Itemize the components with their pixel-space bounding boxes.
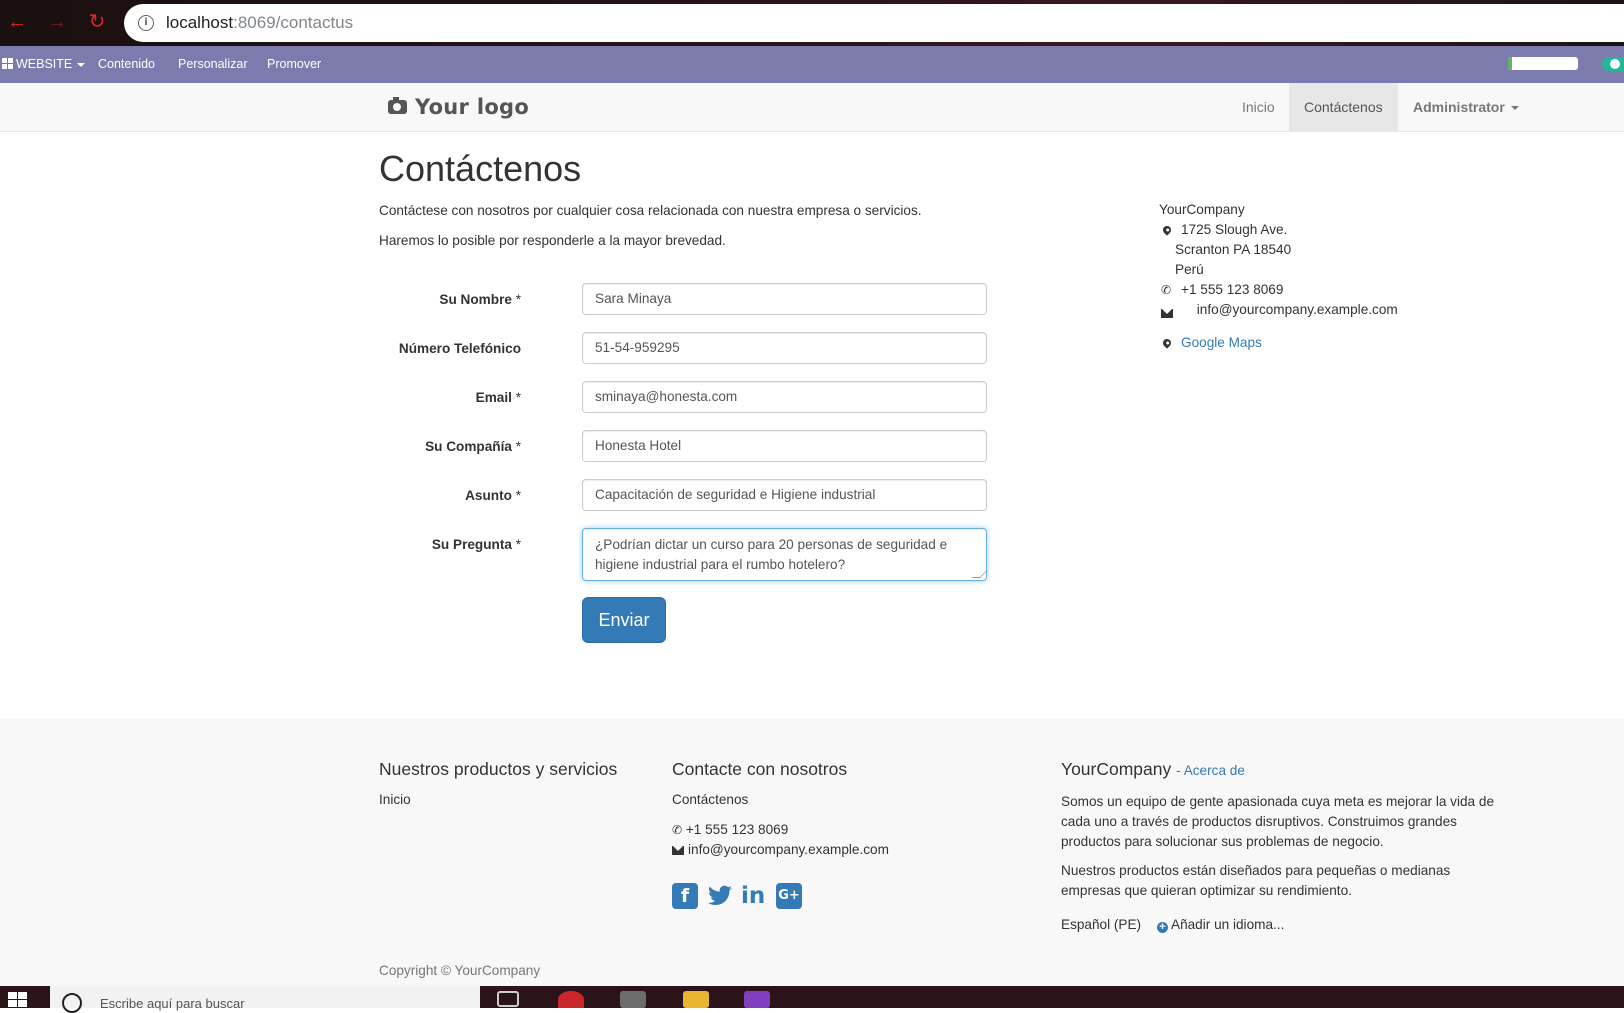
maps-line: Google Maps [1159,335,1262,350]
nav-contactenos[interactable]: Contáctenos [1289,83,1398,131]
folder-icon[interactable] [683,991,709,1008]
subject-input[interactable]: Capacitación de seguridad e Higiene indu… [582,479,987,511]
envelope-icon [1161,309,1173,318]
phone-icon: ✆ [1161,283,1172,297]
page-title: Contáctenos [379,148,582,189]
visual-studio-icon[interactable] [744,991,770,1008]
address-bar[interactable]: i localhost:8069/contactus [124,4,1624,42]
footer-about-text-2: Nuestros productos están diseñados para … [1061,863,1451,898]
task-view-icon[interactable] [497,991,519,1007]
textarea-line: ¿Podrían dictar un curso para 20 persona… [595,537,948,552]
add-language-link[interactable]: + Añadir un idioma... [1157,917,1284,933]
progress-fill [1508,57,1512,70]
taskbar-search-placeholder: Escribe aquí para buscar [100,996,245,1011]
textarea-line: higiene industrial para el rumbo hoteler… [595,557,846,572]
about-link[interactable]: - Acerca de [1176,763,1245,778]
footer-inicio-link[interactable]: Inicio [379,792,411,807]
site-info-icon[interactable]: i [138,15,154,31]
question-textarea[interactable]: ¿Podrían dictar un curso para 20 persona… [582,528,988,581]
publish-toggle[interactable] [1602,57,1624,71]
camera-icon [388,97,407,114]
phone-icon: ✆ [672,823,683,837]
field-label: Email * [475,390,521,405]
twitter-icon[interactable] [706,883,732,909]
footer-email: info@yourcompany.example.com [672,842,889,857]
windows-start-icon[interactable] [8,992,28,1008]
forward-arrow-icon[interactable]: → [44,9,70,35]
progress-bar [1508,57,1578,70]
field-label: Su Compañía * [425,439,521,454]
phone-text: +1 555 123 8069 [1181,282,1284,297]
intro-text: Contáctese con nosotros por cualquier co… [379,203,922,218]
email-input[interactable]: sminaya@honesta.com [582,381,987,413]
apps-grid-icon[interactable] [2,58,13,69]
field-label: Su Pregunta * [431,537,521,552]
submit-button[interactable]: Enviar [582,597,666,643]
cortana-icon [62,993,82,1013]
facebook-icon[interactable]: f [672,883,698,909]
site-logo[interactable]: Your logo [388,94,529,120]
nav-administrator[interactable]: Administrator [1398,83,1534,131]
twitter-bird [708,885,732,905]
name-input[interactable]: Sara Minaya [582,283,987,315]
phone-line: ✆ +1 555 123 8069 [1159,282,1283,297]
caret-down-icon [1510,106,1519,111]
field-label: Asunto * [465,488,521,503]
site-navbar: Your logo Inicio Contáctenos Administrat… [0,83,1624,132]
street-text: 1725 Slough Ave. [1181,222,1288,237]
browser-toolbar: ← → ↻ i localhost:8069/contactus [0,0,1624,46]
app-icon[interactable] [620,991,646,1008]
copyright: Copyright © YourCompany [379,963,541,978]
footer-company-title: YourCompany - Acerca de [1061,759,1245,779]
windows-taskbar: Escribe aquí para buscar [0,986,1624,1013]
linkedin-icon[interactable]: in [741,883,767,909]
field-label: Número Telefónico [398,341,521,356]
city-text: Scranton PA 18540 [1175,242,1292,257]
nav-inicio[interactable]: Inicio [1227,83,1290,131]
field-label: Su Nombre * [439,292,521,307]
plus-circle-icon: + [1157,922,1168,933]
footer-phone: ✆ +1 555 123 8069 [672,822,789,837]
footer-about-text: Somos un equipo de gente apasionada cuya… [1061,794,1495,849]
email-text: info@yourcompany.example.com [1196,302,1398,317]
footer-products-title: Nuestros productos y servicios [379,759,618,779]
footer-contact-link[interactable]: Contáctenos [672,792,748,807]
resize-grip-icon[interactable] [972,570,988,578]
phone-input[interactable]: 51-54-959295 [582,332,987,364]
menu-promover[interactable]: Promover [267,57,321,71]
company-input[interactable]: Honesta Hotel [582,430,987,462]
google-plus-icon[interactable]: G+ [776,883,802,909]
company-name: YourCompany [1159,202,1245,217]
taskbar-search[interactable]: Escribe aquí para buscar [50,986,480,1013]
menu-personalizar[interactable]: Personalizar [178,57,247,71]
google-maps-link[interactable]: Google Maps [1159,335,1262,350]
intro-text-2: Haremos lo posible por responderle a la … [379,233,726,248]
footer-contact-title: Contacte con nosotros [672,759,848,779]
website-menu[interactable]: WEBSITE [16,57,86,71]
caret-down-icon [77,62,86,67]
odoo-admin-bar: WEBSITE Contenido Personalizar Promover [0,46,1624,83]
country-text: Perú [1175,262,1204,277]
menu-contenido[interactable]: Contenido [98,57,155,71]
envelope-icon [672,845,684,855]
language-link[interactable]: Español (PE) [1061,917,1141,932]
street-line: 1725 Slough Ave. [1159,222,1287,237]
back-arrow-icon[interactable]: ← [4,9,30,35]
chrome-icon[interactable] [558,991,584,1008]
email-line: info@yourcompany.example.com [1159,302,1398,318]
reload-icon[interactable]: ↻ [84,9,110,35]
url-text[interactable]: localhost:8069/contactus [166,13,353,33]
